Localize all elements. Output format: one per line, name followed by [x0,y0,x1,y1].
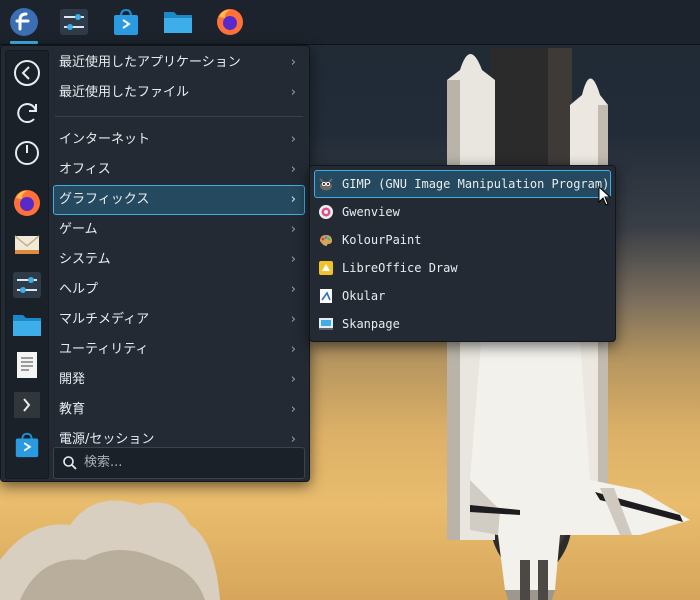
skanpage-icon [319,318,333,330]
refresh-icon [17,103,37,124]
category-education[interactable]: 教育 › [53,395,305,425]
app-label: Okular [342,289,386,303]
app-gimp[interactable]: GIMP (GNU Image Manipulation Program) [314,170,611,198]
category-label: 最近使用したアプリケーション [59,55,241,70]
fedora-launcher-button[interactable] [6,4,42,44]
firefox-icon [14,190,40,216]
application-launcher: 最近使用したアプリケーション › 最近使用したファイル › インターネット › オフィ… [0,45,310,482]
discover-store-icon [15,432,39,458]
category-development[interactable]: 開発 › [53,365,305,395]
libreoffice-draw-icon [319,261,333,275]
app-gwenview[interactable]: Gwenview [314,198,611,226]
category-label: ヘルプ [59,282,99,297]
search-icon [63,456,77,470]
chevron-right-icon: › [290,402,296,417]
app-kolourpaint[interactable]: KolourPaint [314,226,611,254]
category-label: オフィス [59,162,111,177]
category-recent-apps[interactable]: 最近使用したアプリケーション › [53,48,305,78]
fedora-launcher-icon [10,8,38,36]
category-internet[interactable]: インターネット › [53,125,305,155]
category-label: 電源/セッション [59,432,155,447]
category-label: グラフィックス [59,192,150,207]
category-label: インターネット [59,132,151,147]
power-icon [15,141,39,165]
chevron-right-icon: › [290,372,296,387]
favorite-discover[interactable] [11,429,43,461]
mouse-cursor-icon [598,186,612,206]
category-label: 開発 [59,372,86,387]
back-button[interactable] [11,57,43,89]
category-label: マルチメディア [59,312,150,327]
category-system[interactable]: システム › [53,245,305,275]
folder-icon [13,315,41,336]
category-recent-files[interactable]: 最近使用したファイル › [53,78,305,108]
favorite-terminal[interactable] [11,389,43,421]
chevron-right-icon: › [290,342,296,357]
power-button[interactable] [11,137,43,169]
category-help[interactable]: ヘルプ › [53,275,305,305]
app-libreoffice-draw[interactable]: LibreOffice Draw [314,254,611,282]
favorites-column [5,50,49,479]
search-input[interactable]: 検索... [53,447,305,479]
app-label: Gwenview [342,205,400,219]
chevron-right-icon: › [290,312,296,327]
category-multimedia[interactable]: マルチメディア › [53,305,305,335]
category-label: 最近使用したファイル [59,85,190,100]
category-utilities[interactable]: ユーティリティ › [53,335,305,365]
app-label: LibreOffice Draw [342,261,458,275]
app-skanpage[interactable]: Skanpage [314,310,611,338]
chevron-right-icon: › [290,282,296,297]
category-label: ゲーム [59,222,98,237]
search-placeholder: 検索... [84,455,123,470]
gwenview-icon [319,205,333,219]
document-icon [17,352,37,378]
terminal-icon [14,392,40,418]
okular-icon [320,289,332,303]
category-label: システム [59,252,111,267]
category-label: ユーティリティ [59,342,149,357]
discover-button[interactable] [108,4,144,40]
category-games[interactable]: ゲーム › [53,215,305,245]
favorite-mail[interactable] [11,229,43,261]
refresh-button[interactable] [11,97,43,129]
category-graphics[interactable]: グラフィックス › [53,185,305,215]
system-settings-button[interactable] [56,4,92,40]
kolourpaint-icon [320,235,332,246]
chevron-right-icon: › [290,132,296,147]
favorite-settings[interactable] [11,269,43,301]
chevron-right-icon: › [290,162,296,177]
settings-sliders-icon [13,272,41,298]
app-okular[interactable]: Okular [314,282,611,310]
chevron-right-icon: › [290,222,296,237]
favorite-files[interactable] [11,309,43,341]
chevron-right-icon: › [290,85,296,100]
firefox-button[interactable] [212,4,248,40]
app-label: KolourPaint [342,233,422,247]
category-office[interactable]: オフィス › [53,155,305,185]
divider [55,116,303,117]
dolphin-button[interactable] [160,4,196,40]
top-panel [0,0,700,45]
chevron-right-icon: › [290,192,296,207]
category-list: 最近使用したアプリケーション › 最近使用したファイル › インターネット › オフィ… [53,48,305,455]
dolphin-folder-icon [164,12,192,33]
graphics-submenu: GIMP (GNU Image Manipulation Program) Gw… [309,165,616,342]
back-arrow-icon [14,60,40,86]
firefox-icon [217,9,243,35]
gimp-icon [319,178,333,191]
system-settings-icon [60,9,88,35]
category-label: 教育 [59,402,86,417]
chevron-right-icon: › [290,252,296,267]
favorite-document[interactable] [11,349,43,381]
favorite-firefox[interactable] [11,187,43,219]
app-label: GIMP (GNU Image Manipulation Program) [342,177,610,191]
mail-stack-icon [14,235,40,254]
discover-store-icon [114,8,138,35]
chevron-right-icon: › [290,55,296,70]
app-label: Skanpage [342,317,400,331]
